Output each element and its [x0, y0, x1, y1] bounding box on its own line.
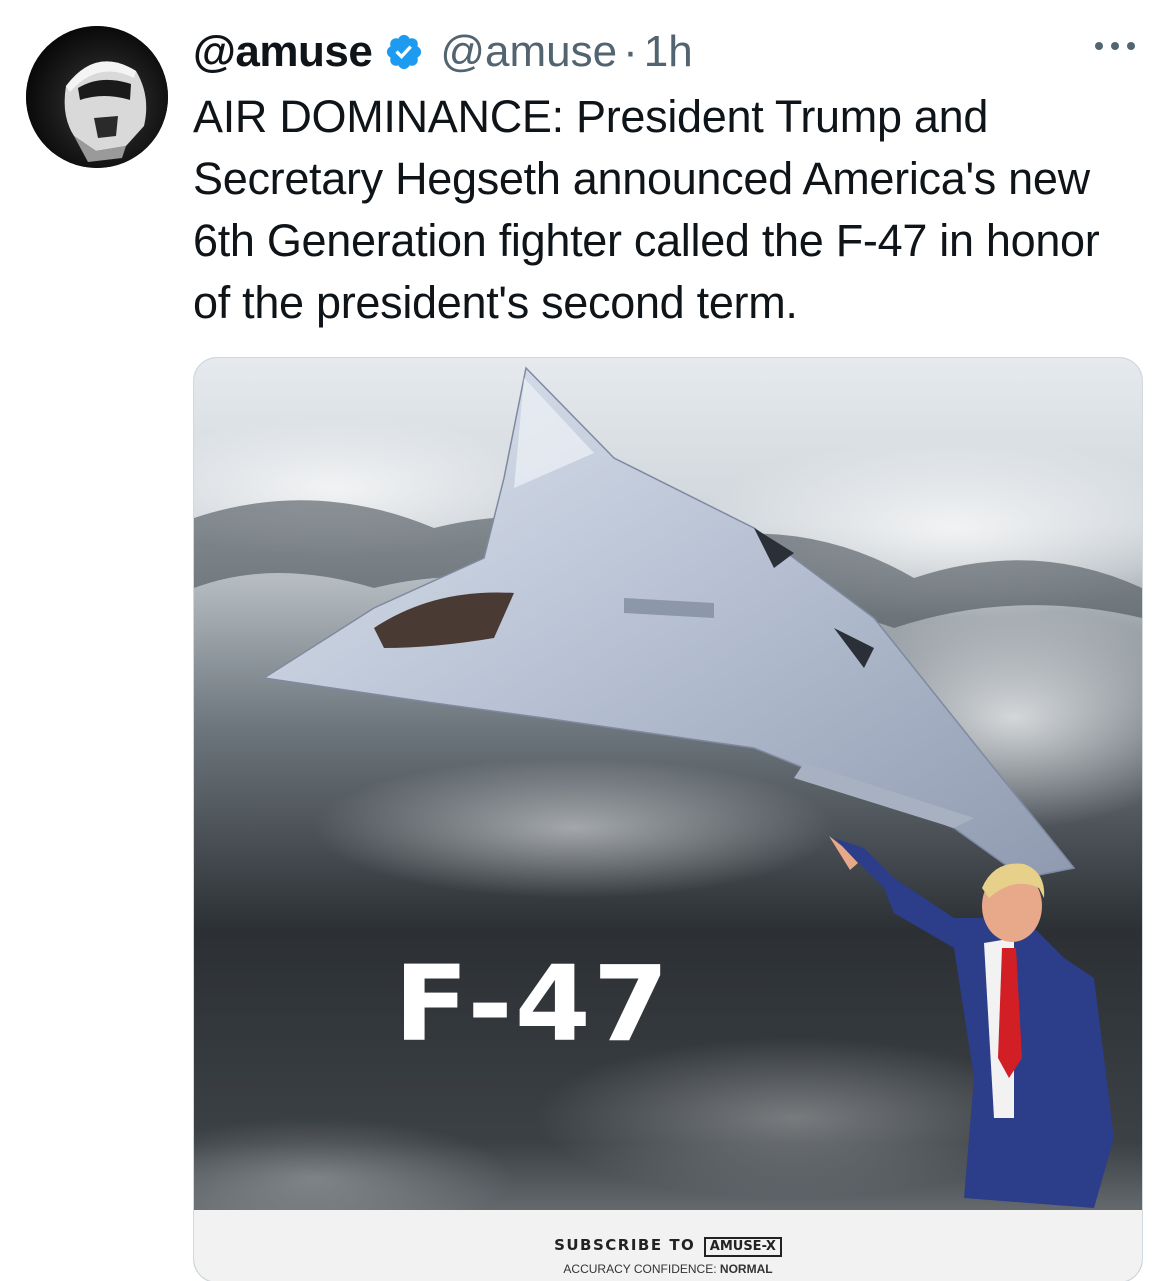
tweet-text: AIR DOMINANCE: President Trump and Secre… [193, 91, 1100, 328]
verified-badge-icon [387, 34, 422, 70]
media-headline: F-47 [394, 943, 671, 1065]
fighter-jet-image [194, 358, 1142, 1281]
stormtrooper-avatar-image [26, 26, 168, 168]
author-handle[interactable]: @amuse [440, 27, 617, 77]
tweet-header: @amuse @amuse · 1h [193, 22, 693, 82]
brand-logo: AMUSE-X [703, 1237, 782, 1257]
avatar[interactable] [26, 26, 168, 168]
media-footer: SUBSCRIBE TO AMUSE-X ACCURACY CONFIDENCE… [194, 1210, 1142, 1281]
more-horizontal-icon[interactable] [1091, 36, 1139, 56]
separator-dot: · [623, 27, 638, 76]
accuracy-label: ACCURACY CONFIDENCE: [563, 1262, 717, 1276]
accuracy-value: NORMAL [719, 1262, 773, 1276]
timestamp[interactable]: 1h [644, 27, 693, 77]
author-display-name[interactable]: @amuse [193, 27, 373, 77]
subscribe-text: SUBSCRIBE TO [554, 1236, 696, 1254]
tweet-media[interactable]: F-47 SUBSCRIBE TO AMUSE-X ACCURACY CONFI… [193, 357, 1143, 1281]
tweet-card[interactable]: @amuse @amuse · 1h AIR DOMINANCE: Presid… [0, 0, 1169, 1281]
